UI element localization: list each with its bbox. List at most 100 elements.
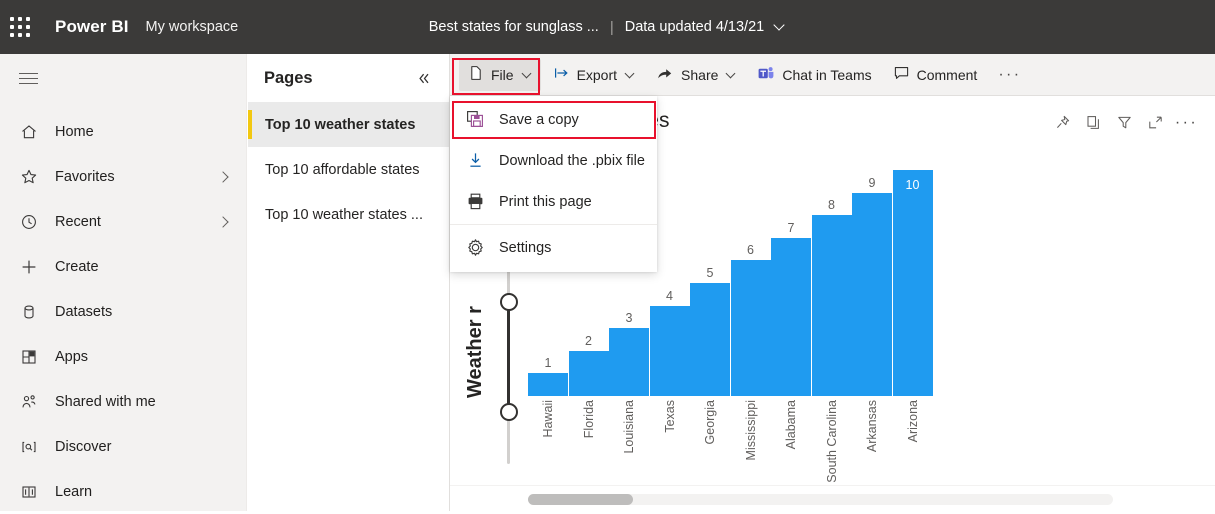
filter-icon[interactable] (1116, 114, 1133, 131)
bar-rect[interactable] (771, 238, 811, 396)
menu-item-settings[interactable]: Settings (450, 227, 657, 268)
double-chevron-left-icon[interactable] (411, 66, 435, 90)
sidebar-item-label: Home (55, 124, 94, 140)
sidebar-item-home[interactable]: Home (0, 109, 246, 154)
bar-rect[interactable] (852, 193, 892, 396)
more-options-icon[interactable]: ··· (1178, 114, 1195, 131)
page-item-top-10-weather-states[interactable]: Top 10 weather states (248, 102, 449, 147)
teams-icon (757, 65, 775, 85)
page-item-top-10-weather-states-2[interactable]: Top 10 weather states ... (248, 192, 449, 237)
bar-category-label: Arizona (893, 400, 933, 492)
sidebar-item-create[interactable]: Create (0, 244, 246, 289)
bar-category-label: Mississippi (731, 400, 771, 492)
focus-mode-icon[interactable] (1147, 114, 1164, 131)
waffle-grid-icon[interactable] (0, 0, 40, 54)
bar-category-label: Louisiana (609, 400, 649, 492)
sidebar-item-label: Shared with me (55, 394, 156, 410)
power-bi-report-window: Power BI My workspace Best states for su… (0, 0, 1215, 511)
file-button[interactable]: File (459, 59, 541, 91)
chevron-down-icon[interactable] (775, 20, 786, 31)
book-icon (14, 483, 44, 501)
sidebar-item-label: Favorites (55, 169, 115, 185)
menu-item-save-a-copy[interactable]: Save a copy (450, 99, 657, 140)
menu-separator (450, 224, 657, 225)
sidebar-item-favorites[interactable]: Favorites (0, 154, 246, 199)
slider-handle-lower[interactable] (500, 403, 518, 421)
y-axis-label: Weather r (464, 278, 487, 398)
apps-grid-icon (14, 348, 44, 366)
comment-button-label: Comment (917, 67, 978, 83)
bar-rect[interactable] (569, 351, 609, 396)
bar-category-label: Florida (569, 400, 609, 492)
chat-in-teams-button[interactable]: Chat in Teams (748, 59, 880, 91)
menu-item-label: Settings (499, 240, 551, 256)
chat-in-teams-label: Chat in Teams (782, 67, 871, 83)
people-share-icon (14, 393, 44, 411)
comment-button[interactable]: Comment (884, 59, 987, 91)
pin-icon[interactable] (1054, 114, 1071, 131)
star-icon (14, 168, 44, 186)
page-item-top-10-affordable-states[interactable]: Top 10 affordable states (248, 147, 449, 192)
bar-value-label: 2 (569, 334, 609, 348)
ellipsis-glyph: ··· (1175, 118, 1198, 128)
share-button[interactable]: Share (647, 59, 745, 91)
bar-value-label: 3 (609, 311, 649, 325)
menu-item-label: Save a copy (499, 112, 579, 128)
download-arrow-icon (464, 151, 486, 170)
file-dropdown-menu: Save a copy Download the .pbix file Prin… (450, 96, 657, 272)
power-bi-brand[interactable]: Power BI (55, 17, 129, 37)
chevron-right-icon (219, 173, 227, 181)
menu-item-print-this-page[interactable]: Print this page (450, 181, 657, 222)
database-icon (14, 303, 44, 321)
data-updated-label[interactable]: Data updated 4/13/21 (625, 19, 764, 35)
bar-rect[interactable] (812, 215, 852, 396)
left-navigation-pane: Home Favorites Recent Crea (0, 54, 247, 511)
sidebar-item-label: Learn (55, 484, 92, 500)
bar-category-label: Alabama (771, 400, 811, 492)
horizontal-scrollbar[interactable] (450, 485, 1215, 511)
slider-handle-upper[interactable] (500, 293, 518, 311)
sidebar-item-label: Datasets (55, 304, 112, 320)
page-item-label: Top 10 weather states (265, 117, 415, 133)
bar-category-label: Hawaii (528, 400, 568, 492)
share-button-label: Share (681, 67, 718, 83)
bar-category-label: Georgia (690, 400, 730, 492)
sidebar-item-discover[interactable]: Discover (0, 424, 246, 469)
printer-icon (464, 192, 486, 211)
save-copy-icon (464, 110, 486, 129)
bar-value-label: 1 (528, 356, 568, 370)
home-icon (14, 123, 44, 141)
menu-item-download-pbix[interactable]: Download the .pbix file (450, 140, 657, 181)
sidebar-item-label: Recent (55, 214, 101, 230)
pages-panel: Pages Top 10 weather states Top 10 affor… (248, 54, 450, 511)
bar-value-label: 6 (731, 243, 771, 257)
pages-panel-header: Pages (248, 54, 449, 102)
workspace-name[interactable]: My workspace (146, 19, 239, 35)
bar-value-label: 7 (771, 221, 811, 235)
file-button-label: File (491, 67, 514, 83)
bar-value-label: 10 (893, 178, 933, 192)
bar-category-label: Arkansas (852, 400, 892, 492)
scrollbar-thumb[interactable] (528, 494, 633, 505)
bar-category-label: South Carolina (812, 400, 852, 492)
slider-active-track (507, 302, 510, 412)
bar-rect[interactable] (690, 283, 730, 396)
bar-value-label: 5 (690, 266, 730, 280)
sidebar-item-shared-with-me[interactable]: Shared with me (0, 379, 246, 424)
toolbar-overflow-button[interactable]: ··· (989, 59, 1030, 91)
sidebar-item-datasets[interactable]: Datasets (0, 289, 246, 334)
bar-rect[interactable] (731, 260, 771, 396)
bar-rect[interactable] (893, 170, 933, 396)
bar-rect[interactable] (650, 306, 690, 396)
page-item-label: Top 10 affordable states (265, 162, 420, 178)
export-button[interactable]: Export (544, 59, 644, 91)
hamburger-menu-icon[interactable] (0, 54, 56, 104)
sidebar-item-learn[interactable]: Learn (0, 469, 246, 514)
sidebar-item-recent[interactable]: Recent (0, 199, 246, 244)
file-page-icon (468, 65, 484, 84)
sidebar-item-apps[interactable]: Apps (0, 334, 246, 379)
bar-value-label: 4 (650, 289, 690, 303)
bar-rect[interactable] (528, 373, 568, 396)
bar-rect[interactable] (609, 328, 649, 396)
copy-icon[interactable] (1085, 114, 1102, 131)
